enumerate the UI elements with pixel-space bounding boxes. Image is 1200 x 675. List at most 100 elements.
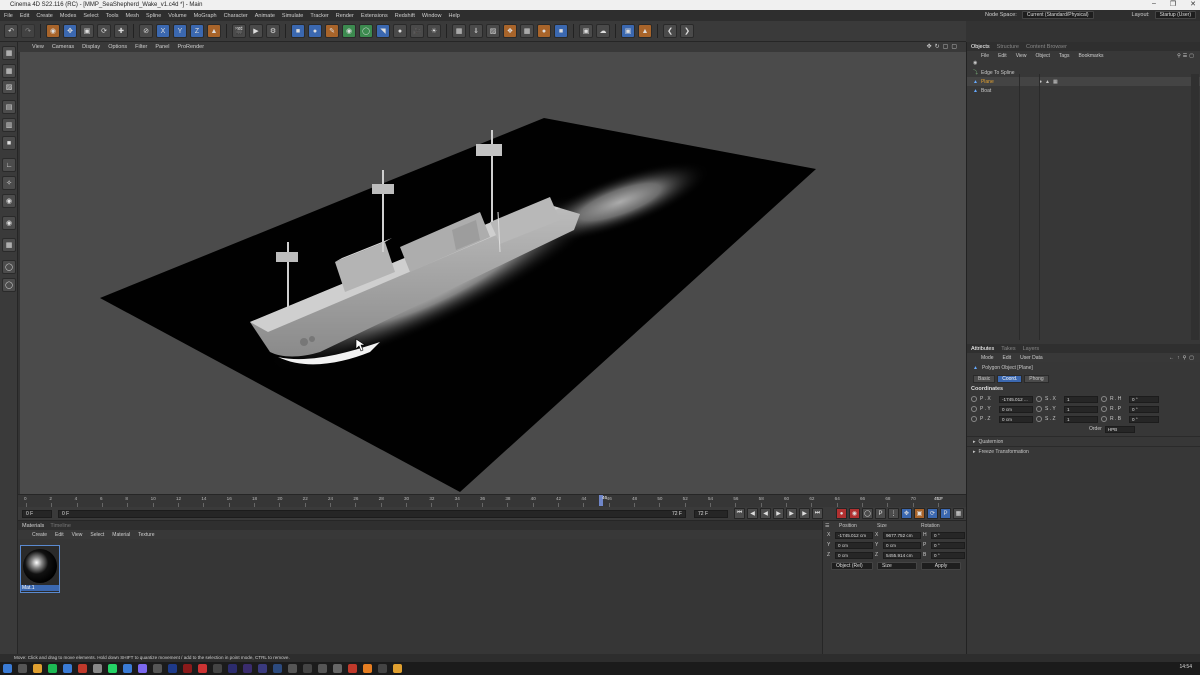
menu-tracker[interactable]: Tracker (310, 13, 328, 19)
tweak-mode-icon[interactable]: ✧ (2, 176, 16, 190)
make-editable-icon[interactable]: ▦ (2, 46, 16, 60)
tab-content-browser[interactable]: Content Browser (1026, 44, 1067, 50)
menu-simulate[interactable]: Simulate (282, 13, 303, 19)
quaternion-group[interactable]: ▸ Quaternion (967, 436, 1200, 446)
layout-dropdown[interactable]: Startup (User) (1154, 11, 1196, 19)
position-key-icon[interactable]: ✥ (901, 508, 912, 519)
attribute-position-field[interactable]: -1745.012 ... (999, 395, 1033, 403)
indesign-icon[interactable] (198, 664, 207, 673)
scale-key-icon[interactable]: ▣ (914, 508, 925, 519)
coordinate-manager-menu-icon[interactable]: ☰ (825, 523, 835, 529)
app-icon[interactable] (93, 664, 102, 673)
menu-tools[interactable]: Tools (106, 13, 119, 19)
previous-key-icon[interactable]: ◀ (747, 508, 758, 519)
filter-icon[interactable]: ◉ (973, 60, 977, 66)
animation-key-icon[interactable] (971, 406, 977, 412)
attribute-scale-field[interactable]: 1 (1064, 415, 1098, 423)
subtab-coord[interactable]: Coord. (997, 375, 1023, 383)
apply-button[interactable]: Apply (921, 562, 961, 570)
viewport-menu-view[interactable]: View (32, 44, 44, 50)
minimize-icon[interactable]: – (1152, 0, 1156, 8)
material-menu-view[interactable]: View (72, 532, 83, 538)
size-mode-dropdown[interactable]: Size (877, 562, 917, 570)
animation-key-icon[interactable] (971, 396, 977, 402)
size-field[interactable]: 0 cm (883, 541, 921, 549)
undo-icon[interactable]: ↶ (4, 24, 18, 38)
attributes-menu-user-data[interactable]: User Data (1020, 355, 1043, 361)
material-menu-texture[interactable]: Texture (138, 532, 154, 538)
deformation-icon[interactable]: ▦ (520, 24, 534, 38)
viewport-menu-display[interactable]: Display (82, 44, 100, 50)
objects-menu-edit[interactable]: Edit (998, 53, 1007, 59)
edit-render-settings-icon[interactable]: ⚙ (266, 24, 280, 38)
position-field[interactable]: -1745.012 cm (835, 531, 873, 539)
planar-workplane-icon[interactable]: ◯ (2, 278, 16, 292)
start-menu-icon[interactable] (3, 664, 12, 673)
photoshop-icon[interactable] (168, 664, 177, 673)
snap-icon[interactable]: ⇓ (469, 24, 483, 38)
timeline-ruler[interactable]: 0 2 4 6 8 10 12 14 16 18 20 22 24 26 28 30 32 34 36 38 40 42 4… (18, 494, 966, 507)
points-mode-icon[interactable]: ▤ (2, 100, 16, 114)
menu-render[interactable]: Render (336, 13, 354, 19)
tab-objects[interactable]: Objects (971, 44, 990, 50)
menu-extensions[interactable]: Extensions (361, 13, 388, 19)
workplane-icon[interactable]: ▨ (486, 24, 500, 38)
animation-key-icon[interactable] (1101, 416, 1107, 422)
material-menu-material[interactable]: Material (112, 532, 130, 538)
redo-icon[interactable]: ↷ (21, 24, 35, 38)
node-space-dropdown[interactable]: Current (Standard/Physical) (1021, 11, 1094, 19)
tab-structure[interactable]: Structure (997, 44, 1019, 50)
model-mode-icon[interactable]: ● (537, 24, 551, 38)
rotation-field[interactable]: 0 ° (931, 531, 965, 539)
objects-menu-object[interactable]: Object (1035, 53, 1049, 59)
menu-redshift[interactable]: Redshift (395, 13, 415, 19)
maximize-icon[interactable]: ❐ (1170, 0, 1176, 8)
animation-key-icon[interactable] (1036, 396, 1042, 402)
mail-icon[interactable] (63, 664, 72, 673)
edges-mode-icon[interactable]: ▥ (2, 118, 16, 132)
attributes-menu-mode[interactable]: Mode (981, 355, 994, 361)
tab-timeline[interactable]: Timeline (50, 523, 71, 529)
viewport-menu-prorender[interactable]: ProRender (177, 44, 204, 50)
menu-edit[interactable]: Edit (20, 13, 29, 19)
app-icon[interactable] (318, 664, 327, 673)
attribute-rotation-field[interactable]: 0 ° (1129, 405, 1159, 413)
enable-axis-icon[interactable]: ∟ (2, 158, 16, 172)
viewport-menu-panel[interactable]: Panel (155, 44, 169, 50)
subtab-phong[interactable]: Phong (1024, 375, 1049, 383)
texture-mode-icon[interactable]: ▦ (2, 64, 16, 78)
object-row-edge-to-spline[interactable]: ⤵ Edge To Spline (967, 68, 1200, 77)
app-icon[interactable] (273, 664, 282, 673)
object-row-plane[interactable]: ▲ Plane ●▲▦ (967, 77, 1200, 86)
redshift-ipr-icon[interactable]: ▣ (621, 24, 635, 38)
solo-icon[interactable]: ◉ (2, 216, 16, 230)
app-icon[interactable] (378, 664, 387, 673)
media-encoder-icon[interactable] (243, 664, 252, 673)
next-frame-icon[interactable]: ▶ (786, 508, 797, 519)
material-swatch[interactable]: Mat.1 (20, 545, 60, 593)
viewport-menu-filter[interactable]: Filter (135, 44, 147, 50)
start-frame-field[interactable]: 0 F (22, 510, 52, 518)
viewport-menu-options[interactable]: Options (108, 44, 127, 50)
scale-tool-icon[interactable]: ▣ (80, 24, 94, 38)
objects-menu-view[interactable]: View (1016, 53, 1027, 59)
app-icon[interactable] (138, 664, 147, 673)
app-icon[interactable] (153, 664, 162, 673)
premiere-icon[interactable] (258, 664, 267, 673)
folder-icon[interactable] (393, 664, 402, 673)
objects-scrollbar[interactable] (1191, 74, 1199, 340)
menu-volume[interactable]: Volume (168, 13, 186, 19)
attribute-position-field[interactable]: 0 cm (999, 415, 1033, 423)
menu-help[interactable]: Help (448, 13, 459, 19)
app-icon[interactable] (78, 664, 87, 673)
objects-search-icon[interactable]: ⚲☰▢ (1177, 53, 1196, 59)
menu-animate[interactable]: Animate (255, 13, 275, 19)
render-picture-viewer-icon[interactable]: ▶ (249, 24, 263, 38)
size-field[interactable]: 5455.914 cm (883, 551, 921, 559)
camera-icon[interactable]: 🎥 (410, 24, 424, 38)
file-explorer-icon[interactable] (33, 664, 42, 673)
tab-attributes[interactable]: Attributes (971, 346, 994, 352)
recent-tools-icon[interactable]: ✚ (114, 24, 128, 38)
object-mode-icon[interactable]: ■ (554, 24, 568, 38)
rotation-field[interactable]: 0 ° (931, 551, 965, 559)
